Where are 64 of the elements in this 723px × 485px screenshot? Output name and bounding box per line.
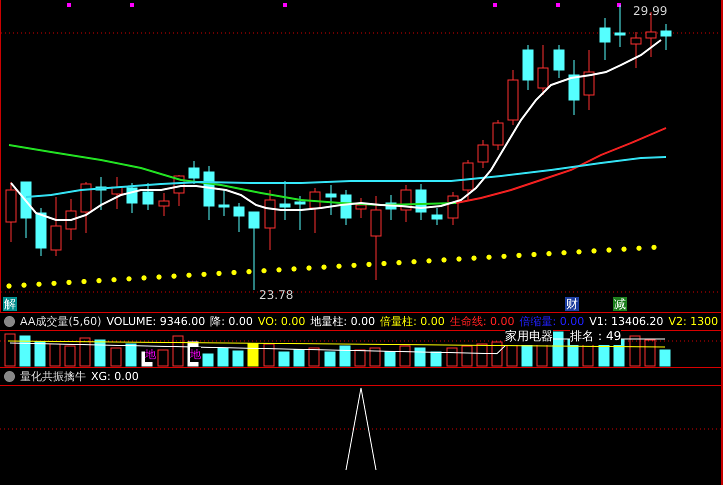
candlestick [142,182,154,210]
candlestick [554,44,564,78]
candlestick [326,184,336,216]
candlestick [174,174,184,206]
candlestick [386,194,396,220]
candlestick [218,190,230,216]
candlestick [294,196,306,230]
candlestick [584,50,594,110]
indicator-readout: 地量柱: 0.00 [310,314,376,329]
candlestick [416,184,426,220]
signal-badge: 减 [613,297,627,311]
candlestick [112,176,122,210]
high-price-label: 29.99 [633,4,668,18]
candlestick [96,176,106,210]
rank-label: 排名：49 [570,328,622,345]
bar-label: 地 [145,347,156,362]
bar-label: 地 [190,347,201,362]
collapse-icon[interactable] [4,371,15,382]
signal-badge: 财 [565,297,579,311]
candlestick [538,44,548,96]
low-price-label: 23.78 [259,288,294,302]
indicator-readout: 倍量柱: 0.00 [380,314,445,329]
indicator-readout: 降: 0.00 [210,314,253,329]
candlestick [158,192,170,216]
sector-label: 家用电器 [505,328,553,345]
candlestick [310,188,320,234]
candlestick [508,70,518,126]
candlestick [20,182,32,238]
candlestick [432,208,442,226]
indicator-readout: V1: 13406.20 [589,315,664,328]
candlestick [478,140,488,168]
candlestick [66,198,76,240]
indicator-readout: VO: 0.00 [258,315,306,328]
candlestick [6,182,16,242]
candlestick [356,198,366,218]
candlestick [80,182,92,234]
indicator-title: AA成交量(5,60) [20,314,102,329]
candlestick [522,44,534,90]
collapse-icon[interactable] [4,316,15,327]
indicator-readout: VOLUME: 9346.00 [106,315,206,328]
indicator-readout: V2: 1300 [668,315,718,328]
candlestick [660,24,672,50]
candlestick [614,4,626,48]
candlestick [280,180,290,220]
candlestick [126,182,138,214]
candlestick [600,18,610,60]
candlestick [448,192,458,226]
candlestick [234,202,244,232]
candlestick [340,190,352,226]
candlestick [264,190,276,250]
candlestick [36,208,46,256]
indicator-readout: 生命线: 0.00 [450,314,515,329]
candlestick [204,166,214,220]
indicator-title: 量化共振擒牛 [20,369,86,384]
candlestick [50,196,62,256]
candlestick [400,184,412,222]
candlestick [568,60,580,116]
candlestick [630,32,642,68]
indicator-readout: 倍缩量: 0.00 [520,314,584,329]
indicator-readout: XG: 0.00 [91,370,139,383]
signal-badge: 解 [3,297,17,311]
candlestick [492,120,504,150]
candlestick [462,160,474,200]
candlestick [188,160,200,184]
